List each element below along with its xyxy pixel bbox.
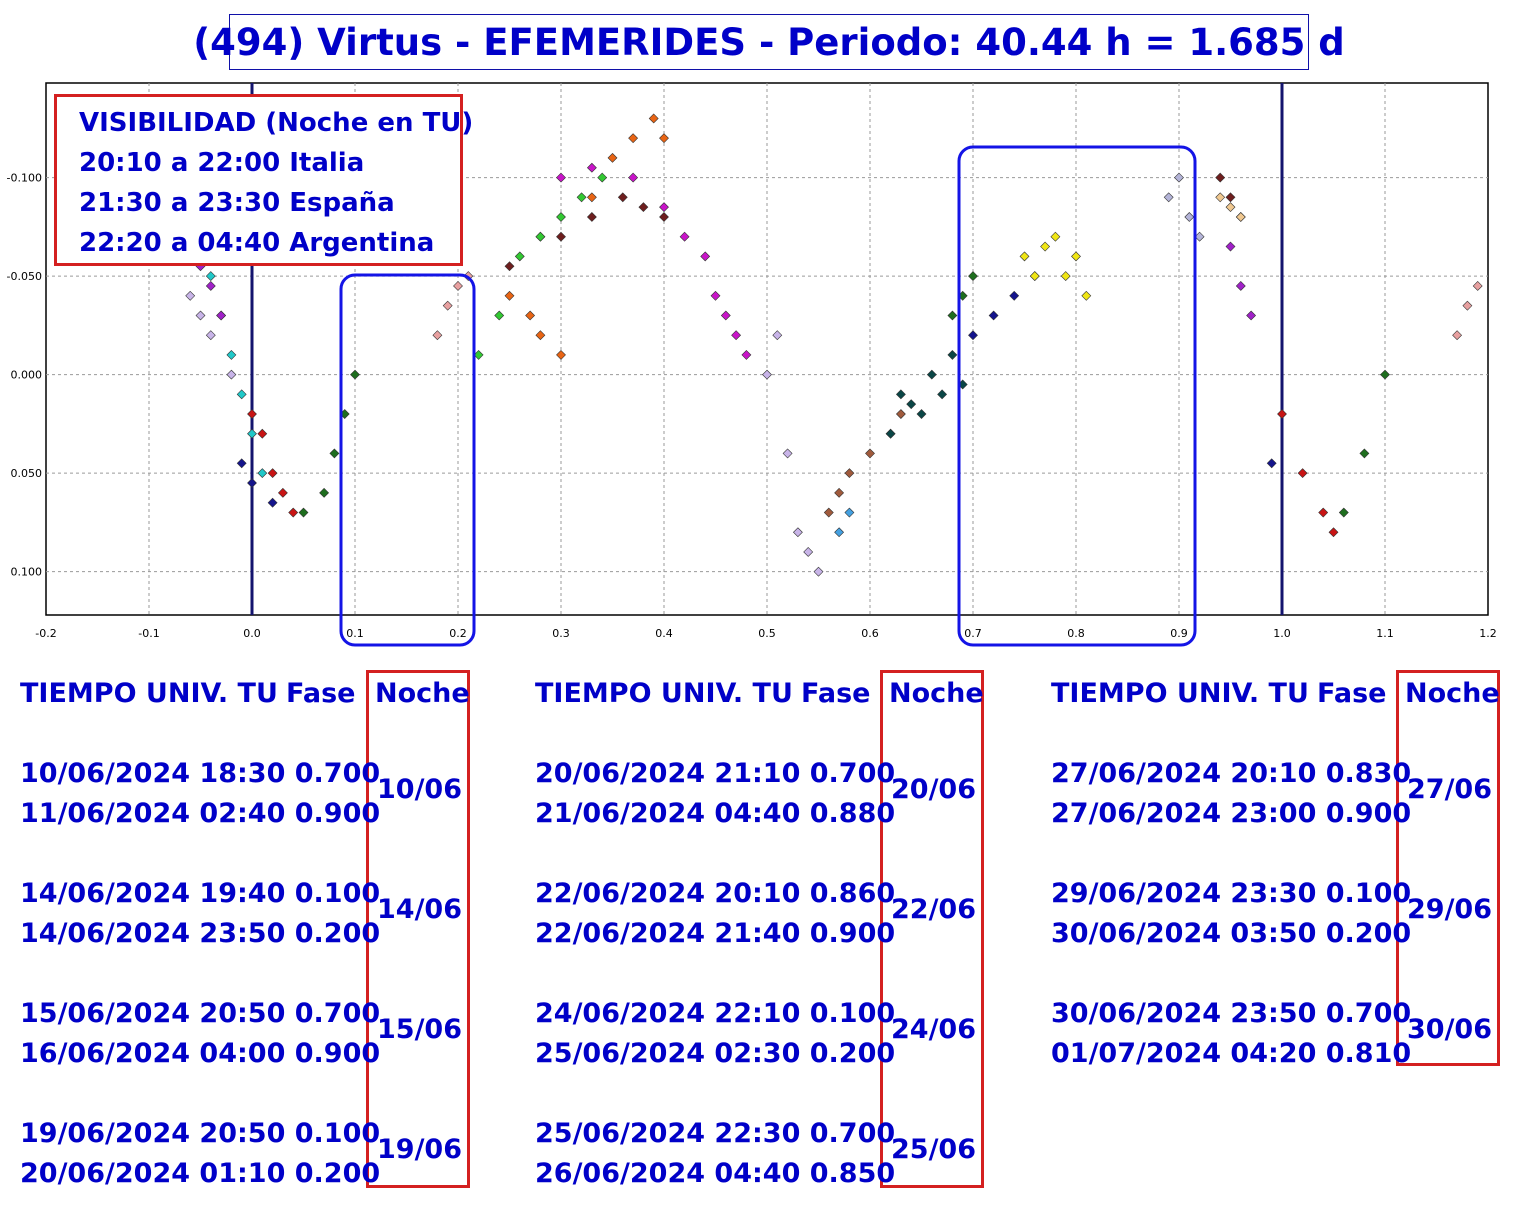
visibility-heading: VISIBILIDAD (Noche en TU) [79,108,474,138]
ephemeris-start: 22/06/2024 20:10 0.860 [535,878,896,909]
visibility-italia: 20:10 a 22:00 Italia [79,148,365,178]
visibility-box: VISIBILIDAD (Noche en TU) 20:10 a 22:00 … [54,94,474,266]
ephemeris-end: 30/06/2024 03:50 0.200 [1051,918,1412,949]
night-label: 29/06 [1407,894,1493,925]
ephemeris-end: 27/06/2024 23:00 0.900 [1051,798,1412,829]
noche-box [366,670,470,1188]
night-label: 15/06 [377,1014,463,1045]
header-noche: Noche [375,678,470,709]
header-fase: Fase [1317,678,1387,709]
ephemeris-start: 19/06/2024 20:50 0.100 [20,1118,381,1149]
ephemeris-end: 25/06/2024 02:30 0.200 [535,1038,896,1069]
night-label: 24/06 [891,1014,977,1045]
y-tick-label: 0.000 [11,369,43,382]
x-tick-label: 0.2 [449,627,467,640]
ephemeris-end: 22/06/2024 21:40 0.900 [535,918,896,949]
y-tick-label: -0.050 [7,270,42,283]
header-noche: Noche [889,678,984,709]
night-label: 14/06 [377,894,463,925]
header-tiempo: TIEMPO UNIV. TU [535,678,793,709]
ephemeris-start: 10/06/2024 18:30 0.700 [20,758,381,789]
night-label: 20/06 [891,774,977,805]
ephemeris-end: 14/06/2024 23:50 0.200 [20,918,381,949]
title-box: (494) Virtus - EFEMERIDES - Periodo: 40.… [193,14,1345,70]
x-tick-label: 1.0 [1273,627,1291,640]
ephemeris-start: 24/06/2024 22:10 0.100 [535,998,896,1029]
noche-box [1396,670,1500,1066]
x-tick-label: 0.7 [964,627,982,640]
night-label: 30/06 [1407,1014,1493,1045]
noche-box [880,670,984,1188]
night-label: 19/06 [377,1134,463,1165]
header-fase: Fase [286,678,356,709]
x-tick-label: 0.9 [1170,627,1188,640]
header-tiempo: TIEMPO UNIV. TU [20,678,278,709]
ephemeris-start: 30/06/2024 23:50 0.700 [1051,998,1412,1029]
visibility-argentina: 22:20 a 04:40 Argentina [79,228,435,258]
ephemeris-end: 20/06/2024 01:10 0.200 [20,1158,381,1189]
ephemeris-end: 16/06/2024 04:00 0.900 [20,1038,381,1069]
ephemeris-start: 29/06/2024 23:30 0.100 [1051,878,1412,909]
y-tick-label: 0.050 [11,467,43,480]
x-tick-label: 0.0 [243,627,261,640]
x-tick-label: 1.2 [1479,627,1497,640]
x-tick-label: -0.2 [35,627,56,640]
night-label: 22/06 [891,894,977,925]
ephemeris-start: 27/06/2024 20:10 0.830 [1051,758,1412,789]
header-fase: Fase [801,678,871,709]
x-tick-label: 0.6 [861,627,879,640]
y-tick-label: 0.100 [11,566,43,579]
ephemeris-end: 21/06/2024 04:40 0.880 [535,798,896,829]
visibility-espana: 21:30 a 23:30 España [79,188,395,218]
y-tick-label: -0.100 [7,172,42,185]
x-tick-label: 0.1 [346,627,364,640]
ephemeris-end: 26/06/2024 04:40 0.850 [535,1158,896,1189]
x-tick-label: 0.5 [758,627,776,640]
ephemeris-start: 14/06/2024 19:40 0.100 [20,878,381,909]
night-label: 25/06 [891,1134,977,1165]
ephemeris-start: 15/06/2024 20:50 0.700 [20,998,381,1029]
header-tiempo: TIEMPO UNIV. TU [1051,678,1309,709]
ephemeris-end: 11/06/2024 02:40 0.900 [20,798,381,829]
ephemeris-end: 01/07/2024 04:20 0.810 [1051,1038,1412,1069]
chart-title: (494) Virtus - EFEMERIDES - Periodo: 40.… [193,20,1345,64]
ephemeris-start: 25/06/2024 22:30 0.700 [535,1118,896,1149]
header-noche: Noche [1405,678,1500,709]
x-tick-label: 0.4 [655,627,673,640]
x-tick-label: -0.1 [138,627,159,640]
night-label: 10/06 [377,774,463,805]
ephemeris-start: 20/06/2024 21:10 0.700 [535,758,896,789]
x-tick-label: 0.3 [552,627,570,640]
x-tick-label: 1.1 [1376,627,1394,640]
x-tick-label: 0.8 [1067,627,1085,640]
night-label: 27/06 [1407,774,1493,805]
